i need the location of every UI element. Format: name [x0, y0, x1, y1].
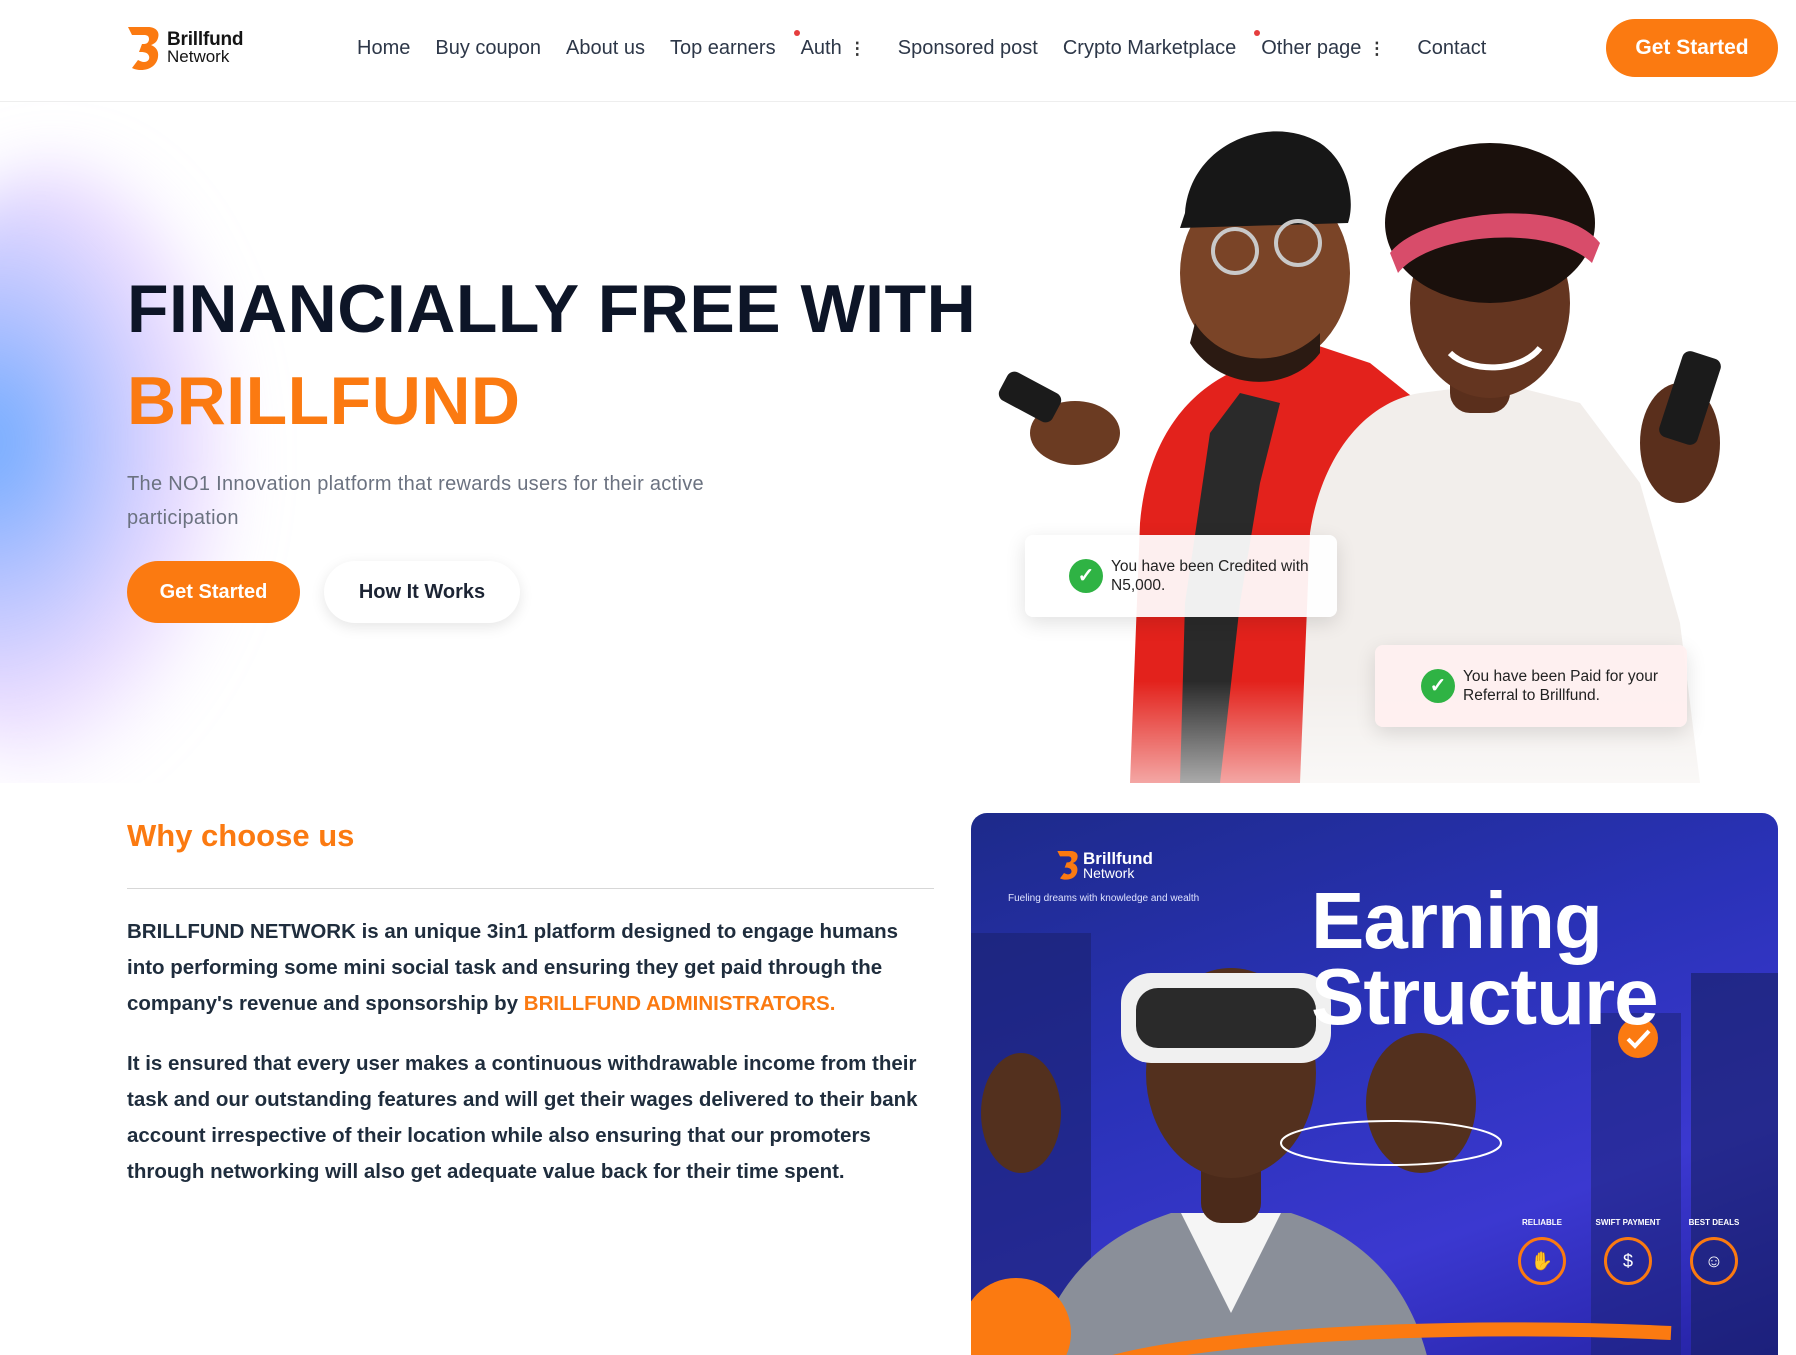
top-navbar: Brillfund Network Home Buy coupon About …	[0, 0, 1796, 102]
how-it-works-button[interactable]: How It Works	[324, 561, 520, 623]
handshake-icon: ✋	[1518, 1237, 1566, 1285]
poster-brand-logo: Brillfund Network	[1056, 849, 1153, 881]
administrators-highlight: BRILLFUND ADMINISTRATORS.	[523, 992, 836, 1015]
check-circle-icon: ✓	[1069, 559, 1103, 593]
main-menu: Home Buy coupon About us Top earners Aut…	[357, 29, 1511, 62]
nav-other-page-dropdown[interactable]: Other page ⋮	[1254, 29, 1386, 60]
why-paragraph-2: It is ensured that every user makes a co…	[127, 1052, 918, 1183]
more-vertical-icon: ⋮	[1368, 38, 1386, 58]
nav-top-earners[interactable]: Top earners	[670, 37, 776, 60]
group-icon: ☺	[1690, 1237, 1738, 1285]
nav-auth-dropdown[interactable]: Auth ⋮	[793, 29, 866, 60]
nav-crypto-marketplace[interactable]: Crypto Marketplace	[1063, 37, 1236, 60]
hero-subtitle: The NO1 Innovation platform that rewards…	[127, 473, 704, 529]
brillfund-logo-icon	[1057, 851, 1078, 880]
nav-contact[interactable]: Contact	[1417, 37, 1486, 60]
payment-icon: $	[1604, 1237, 1652, 1285]
divider	[127, 888, 934, 889]
hero-get-started-button[interactable]: Get Started	[127, 561, 300, 623]
nav-sponsored-post[interactable]: Sponsored post	[898, 37, 1038, 60]
earning-structure-poster: Brillfund Network Fueling dreams with kn…	[971, 813, 1778, 1355]
badge-best-deals: BEST DEALS ☺	[1671, 1218, 1757, 1285]
brand-subname: Network	[167, 47, 230, 66]
brillfund-logo-icon	[126, 25, 162, 71]
nav-about-us[interactable]: About us	[566, 37, 645, 60]
referral-paid-notification-card: ✓ You have been Paid for your Referral t…	[1375, 645, 1687, 727]
hero-title: FINANCIALLY FREE WITH BRILLFUND	[127, 263, 976, 447]
poster-title: Earning Structure	[1311, 876, 1659, 1041]
brand-name: Brillfund	[167, 29, 244, 50]
hero-title-brand: BRILLFUND	[127, 363, 521, 439]
nav-home[interactable]: Home	[357, 37, 410, 60]
header-get-started-button[interactable]: Get Started	[1606, 19, 1778, 77]
credited-notification-card: ✓ You have been Credited with N5,000.	[1025, 535, 1337, 617]
badge-swift-payment: SWIFT PAYMENT $	[1585, 1218, 1671, 1285]
poster-tagline: Fueling dreams with knowledge and wealth	[1008, 893, 1200, 904]
notification-dot	[793, 29, 800, 36]
poster-feature-badges: RELIABLE ✋ SWIFT PAYMENT $ BEST DEALS ☺	[1499, 1218, 1757, 1285]
check-circle-icon: ✓	[1421, 669, 1455, 703]
why-choose-us-title: Why choose us	[127, 818, 355, 853]
why-paragraph-1: BRILLFUND NETWORK is an unique 3in1 plat…	[127, 920, 899, 1015]
brand-logo[interactable]: Brillfund Network	[126, 24, 243, 72]
more-vertical-icon: ⋮	[848, 38, 866, 58]
nav-buy-coupon[interactable]: Buy coupon	[435, 37, 541, 60]
badge-reliable: RELIABLE ✋	[1499, 1218, 1585, 1285]
notification-dot	[1254, 29, 1261, 36]
